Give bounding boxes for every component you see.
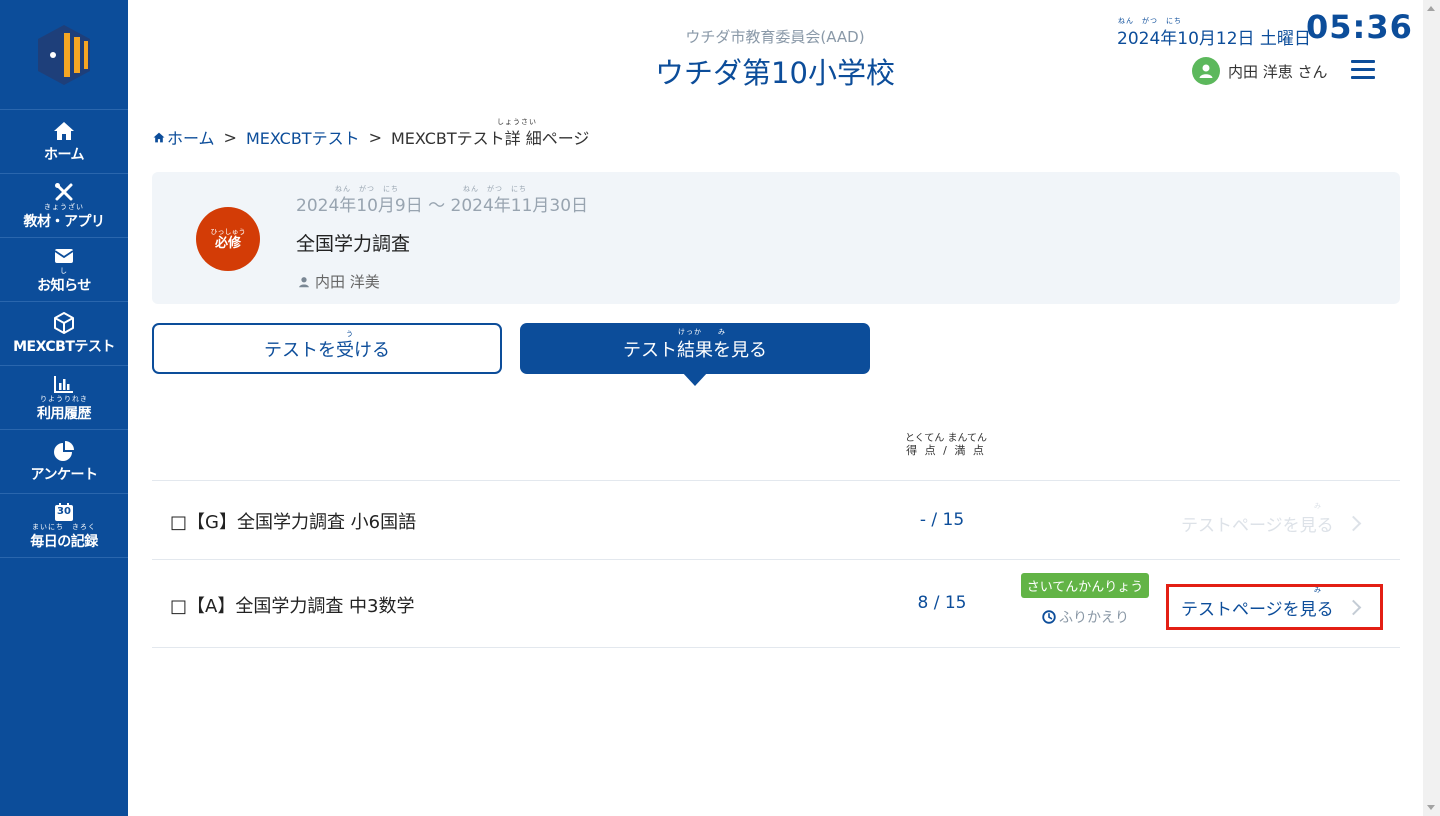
breadcrumb-home-label: ホーム (167, 129, 215, 148)
active-tab-arrow (682, 372, 708, 386)
table-row-title: □【A】全国学力調査 中3数学 (170, 596, 415, 617)
sidebar-item-label: ホーム (43, 146, 85, 163)
menu-icon[interactable] (1351, 60, 1375, 80)
sidebar-item-materials[interactable]: きょうざい 教材・アプリ (0, 174, 128, 238)
organization-name: ウチダ市教育委員会(AAD) (685, 28, 865, 46)
person-icon (299, 276, 309, 287)
logo-container (0, 0, 128, 110)
take-test-button[interactable]: う テストを受ける (152, 323, 502, 374)
sidebar-item-label: 利用履歴 (37, 405, 92, 422)
test-author: 内田 洋美 (298, 271, 380, 292)
user-avatar-icon[interactable] (1192, 57, 1220, 85)
author-name: 内田 洋美 (315, 273, 380, 291)
user-name[interactable]: 内田 洋恵 さん (1228, 61, 1328, 82)
sidebar-item-label: アンケート (30, 466, 98, 483)
scroll-down-icon[interactable] (1427, 805, 1435, 810)
scrollbar[interactable] (1423, 0, 1440, 816)
test-period: 2024年10月9日 ～ 2024年11月30日 (296, 196, 589, 216)
sidebar-item-ruby: まいにち きろく (32, 522, 96, 531)
grading-complete-tag: さいてんかんりょう (1021, 573, 1149, 598)
breadcrumb-current: MEXCBTテスト詳 細ページ (390, 129, 590, 148)
calendar-day: 30 (57, 505, 71, 517)
badge-ruby: ひっしゅう (210, 227, 246, 236)
school-name: ウチダ第10小学校 (655, 56, 895, 90)
table-row-score: 8 / 15 (917, 593, 967, 613)
table-divider (152, 559, 1400, 560)
sidebar-item-label: お知らせ (37, 277, 91, 294)
sidebar-item-label: MEXCBTテスト (13, 338, 115, 355)
pie-chart-icon (53, 440, 75, 462)
review-link[interactable]: ふりかえり (1042, 607, 1129, 627)
sidebar-item-daily-record[interactable]: 30 まいにち きろく 毎日の記録 (0, 494, 128, 558)
breadcrumb-separator: > (368, 127, 382, 147)
badge-label: 必修 (214, 235, 241, 251)
current-date: 2024年10月12日 土曜日 (1117, 29, 1311, 49)
breadcrumb-mexcbt[interactable]: MEXCBTテスト (246, 125, 360, 149)
table-row-title: □【G】全国学力調査 小6国語 (170, 512, 417, 533)
link-ruby: み (1314, 502, 1321, 510)
tools-icon (53, 181, 75, 203)
take-test-label: テストを受ける (264, 339, 390, 361)
view-results-button[interactable]: けっか み テスト結果を見る (520, 323, 870, 374)
sidebar-item-label: 教材・アプリ (23, 213, 106, 230)
link-label: テストページを見る (1181, 516, 1334, 536)
view-test-page-link: み テストページを見る (1181, 502, 1361, 536)
sidebar-item-ruby: きょうざい (44, 202, 84, 211)
home-icon (53, 120, 75, 142)
button-ruby: けっか み (678, 328, 726, 336)
sidebar-item-ruby: りようりれき (40, 394, 88, 403)
sidebar-item-home[interactable]: ホーム (0, 110, 128, 174)
score-header-label: 得 点 / 満 点 (906, 444, 986, 457)
score-column-header: とくてん まんてん 得 点 / 満 点 (888, 433, 1004, 457)
app-logo[interactable] (34, 23, 94, 87)
button-ruby: う (346, 330, 354, 338)
breadcrumb-home[interactable]: ホーム (153, 125, 215, 149)
breadcrumb: ホーム > MEXCBTテスト > MEXCBTテスト詳 細ページ (153, 125, 589, 149)
bar-chart-icon (53, 373, 75, 395)
calendar-icon: 30 (53, 501, 75, 523)
scroll-up-icon[interactable] (1427, 6, 1435, 11)
home-icon (153, 132, 165, 142)
highlight-box (1166, 584, 1383, 630)
mail-icon (53, 245, 75, 267)
sidebar-item-notices[interactable]: し お知らせ (0, 238, 128, 302)
score-header-ruby: とくてん まんてん (904, 433, 988, 444)
sidebar: ホーム きょうざい 教材・アプリ し お知らせ MEXCBTテスト りようりれき… (0, 0, 128, 816)
required-badge: ひっしゅう 必修 (196, 207, 260, 271)
view-results-label: テスト結果を見る (623, 339, 767, 361)
sidebar-item-mexcbt[interactable]: MEXCBTテスト (0, 302, 128, 366)
cube-icon (53, 311, 75, 334)
breadcrumb-separator: > (223, 127, 237, 147)
test-title: 全国学力調査 (296, 233, 411, 255)
review-label: ふりかえり (1059, 610, 1129, 626)
test-info-card: ひっしゅう 必修 ねん がつ にち ねん がつ にち 2024年10月9日 ～ … (152, 172, 1400, 304)
current-time: 05:36 (1306, 8, 1413, 46)
sidebar-item-ruby: し (60, 266, 68, 275)
sidebar-item-label: 毎日の記録 (30, 533, 98, 550)
table-row-score: - / 15 (919, 510, 965, 530)
sidebar-item-survey[interactable]: アンケート (0, 430, 128, 494)
sidebar-item-history[interactable]: りようりれき 利用履歴 (0, 366, 128, 430)
table-divider (152, 647, 1400, 648)
table-divider (152, 480, 1400, 481)
chevron-right-icon (1345, 515, 1361, 532)
clock-icon (1042, 610, 1056, 624)
